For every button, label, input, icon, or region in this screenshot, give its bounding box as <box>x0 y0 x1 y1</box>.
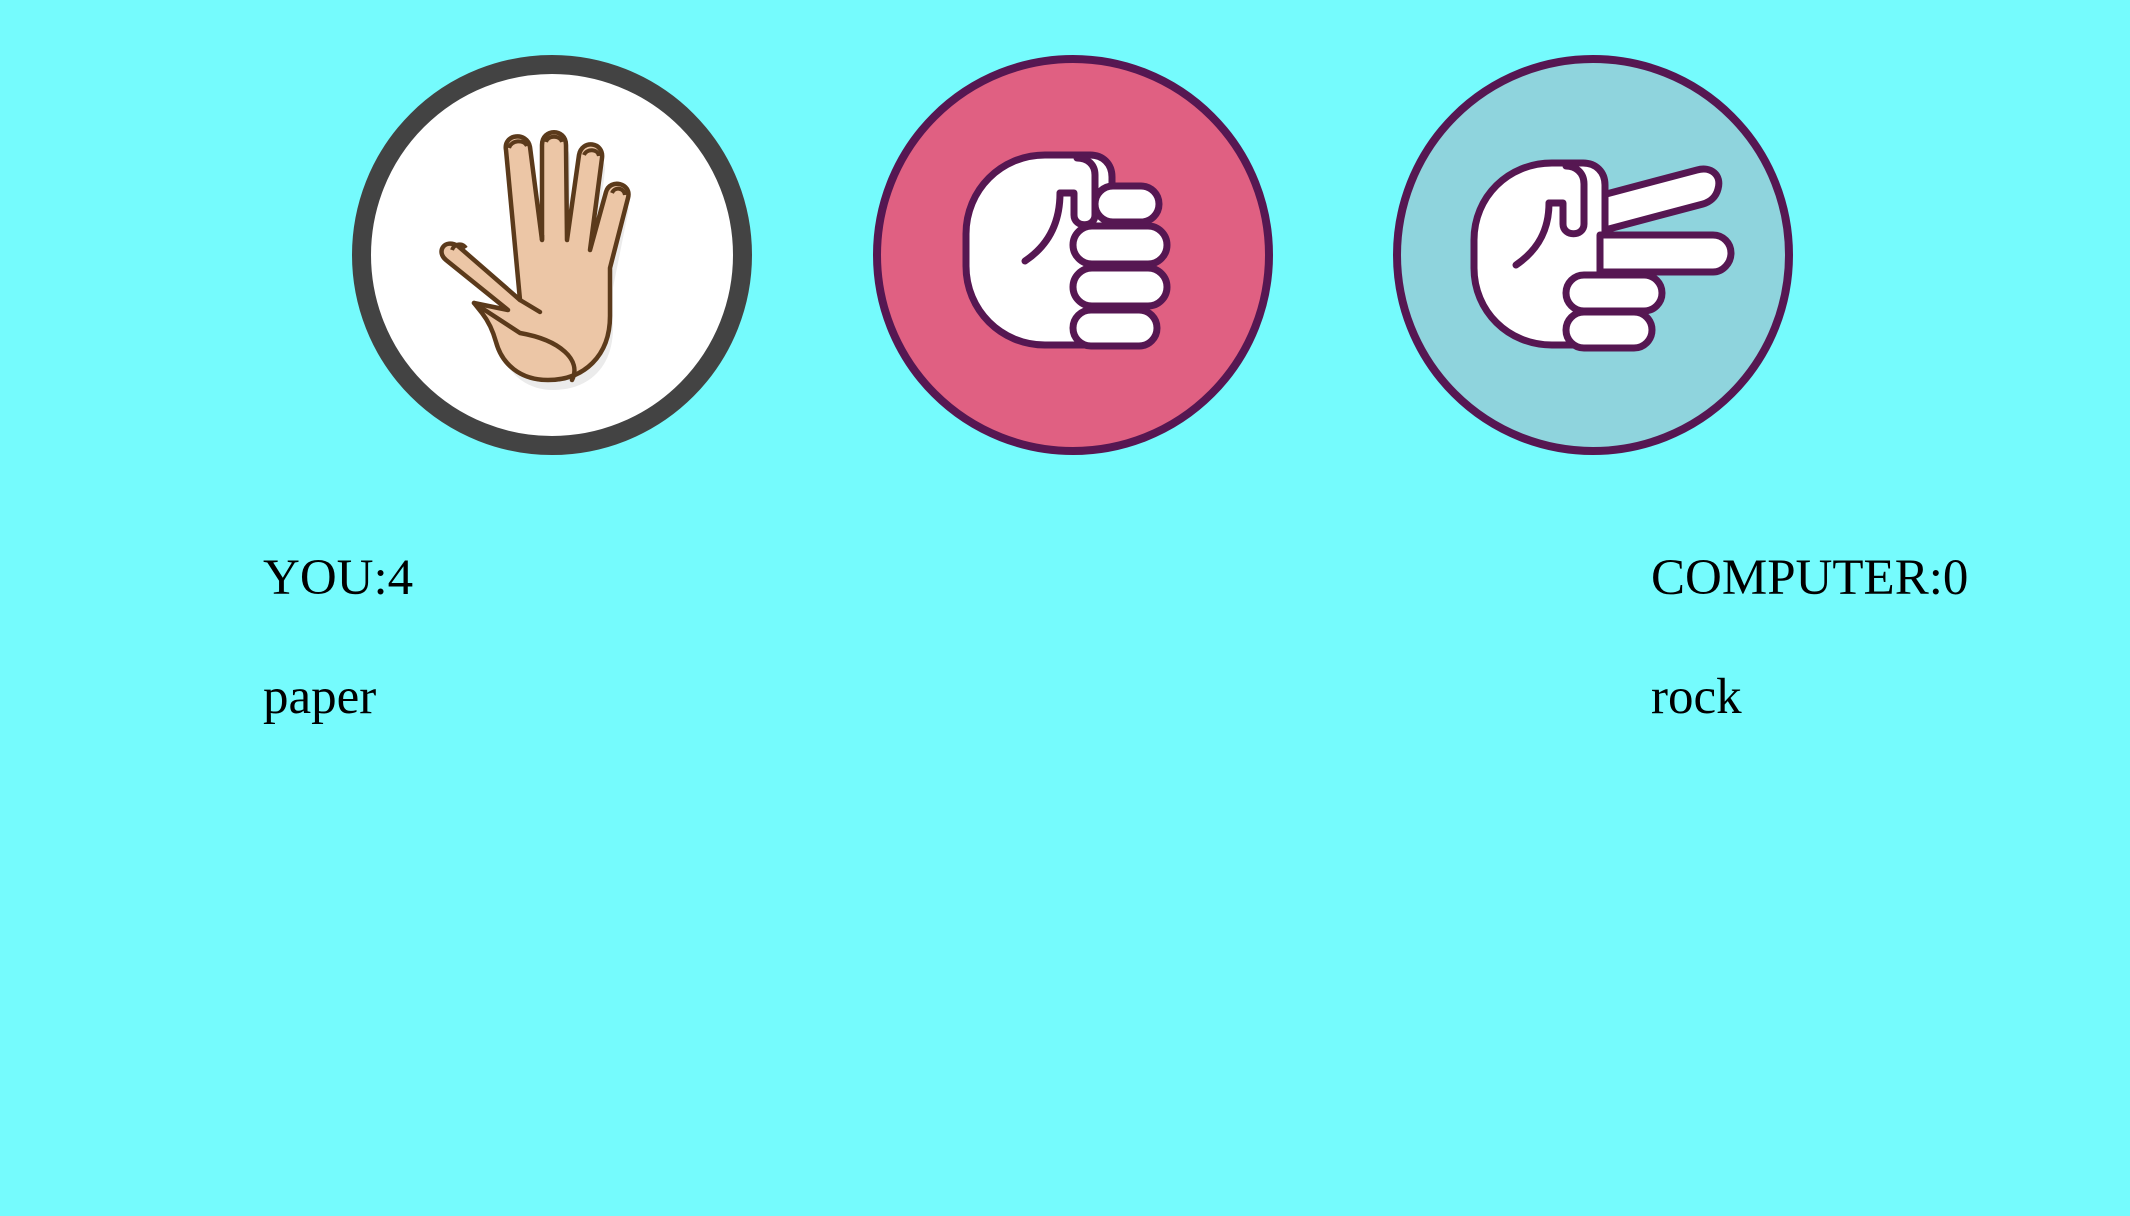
scissors-choice-button[interactable] <box>1393 55 1793 455</box>
open-hand-icon <box>439 130 631 390</box>
player-score-value: 4 <box>387 550 414 606</box>
player-score: YOU:4 <box>263 548 413 608</box>
player-score-label: YOU: <box>263 550 388 606</box>
fist-icon <box>962 151 1171 350</box>
computer-move: rock <box>1651 669 1742 725</box>
player-move: paper <box>263 669 377 725</box>
computer-score-label: COMPUTER: <box>1651 550 1943 606</box>
pointing-hand-icon <box>1470 159 1735 352</box>
paper-choice-button[interactable] <box>352 55 752 455</box>
computer-score: COMPUTER:0 <box>1651 548 1968 608</box>
computer-score-value: 0 <box>1942 550 1969 606</box>
rock-choice-button[interactable] <box>873 55 1273 455</box>
